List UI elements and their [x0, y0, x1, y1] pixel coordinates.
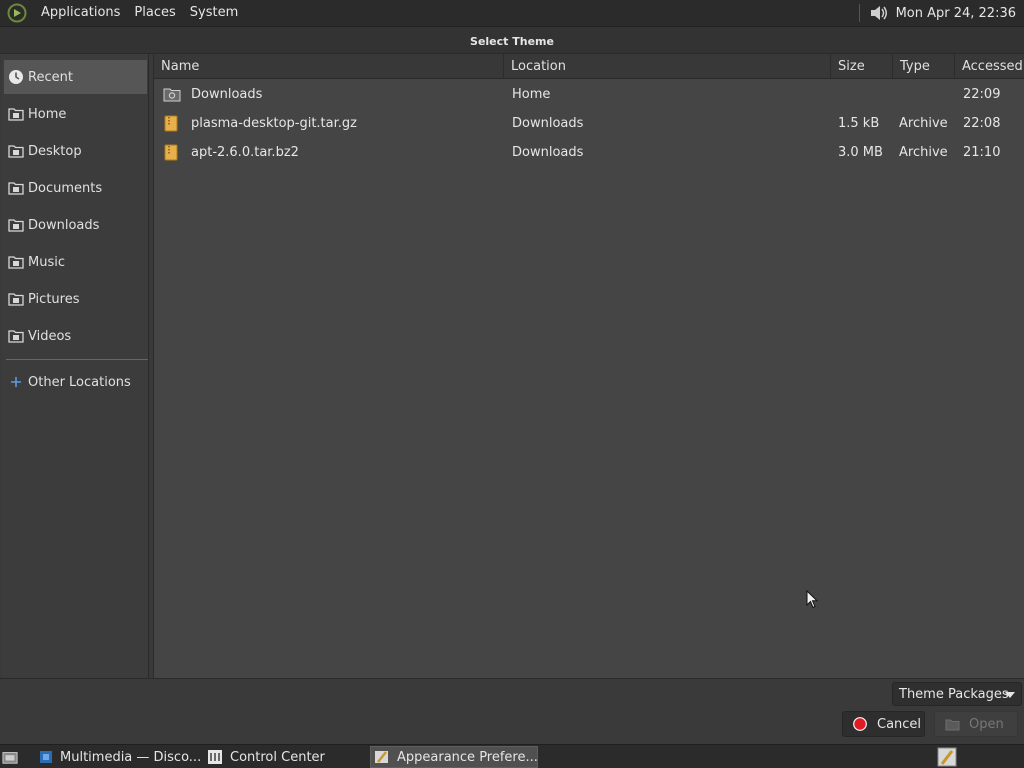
file-type: Archive	[899, 145, 948, 160]
sidebar-item-label: Other Locations	[28, 374, 131, 390]
mouse-cursor-icon	[806, 589, 819, 609]
show-desktop-button[interactable]	[2, 746, 24, 768]
table-row[interactable]: apt-2.6.0.tar.bz2 Downloads 3.0 MB Archi…	[154, 138, 1024, 167]
cancel-label: Cancel	[877, 716, 922, 732]
file-list[interactable]: Name Location Size Type Accessed Downloa…	[153, 54, 1024, 678]
file-size: 1.5 kB	[838, 116, 880, 131]
column-header-location[interactable]: Location	[504, 54, 831, 79]
file-accessed: 22:08	[963, 116, 1001, 131]
sidebar-item-downloads[interactable]: Downloads	[4, 208, 147, 242]
taskbar-item-label: Multimedia — Disco...	[60, 749, 202, 765]
file-accessed: 22:09	[963, 87, 1001, 102]
folder-icon	[7, 327, 25, 345]
panel-separator	[858, 4, 860, 22]
folder-icon	[7, 105, 25, 123]
open-label: Open	[969, 716, 1004, 732]
plus-icon	[7, 373, 25, 391]
workspace-switcher-icon[interactable]	[937, 747, 957, 767]
taskbar-item-control-center[interactable]: Control Center	[207, 746, 362, 768]
column-header-row: Name Location Size Type Accessed	[154, 54, 1024, 79]
dialog-title: Select Theme	[0, 26, 1024, 54]
taskbar-item-label: Control Center	[230, 749, 325, 765]
places-sidebar: Recent Home Desktop Documents Downloads …	[2, 54, 149, 678]
open-button[interactable]: Open	[934, 711, 1018, 737]
sidebar-item-recent[interactable]: Recent	[4, 60, 147, 94]
cancel-button[interactable]: Cancel	[842, 711, 925, 737]
column-header-name[interactable]: Name	[154, 54, 504, 79]
table-row[interactable]: plasma-desktop-git.tar.gz Downloads 1.5 …	[154, 109, 1024, 138]
folder-icon	[163, 86, 181, 103]
taskbar-item-multimedia[interactable]: Multimedia — Disco...	[39, 746, 202, 768]
bottom-taskbar: Multimedia — Disco... Control Center App…	[0, 744, 1024, 768]
file-location: Downloads	[512, 145, 584, 160]
file-size: 3.0 MB	[838, 145, 883, 160]
volume-icon[interactable]	[868, 2, 890, 24]
sidebar-item-label: Videos	[28, 328, 72, 344]
sidebar-item-label: Music	[28, 254, 65, 270]
clock[interactable]: Mon Apr 24, 22:36	[896, 6, 1024, 21]
sidebar-item-label: Recent	[28, 69, 73, 85]
folder-icon	[7, 179, 25, 197]
folder-icon	[7, 253, 25, 271]
sidebar-item-label: Desktop	[28, 143, 82, 159]
folder-icon	[7, 290, 25, 308]
sidebar-item-home[interactable]: Home	[4, 97, 147, 131]
multimedia-icon	[39, 749, 53, 765]
chevron-down-icon	[1005, 692, 1015, 698]
folder-icon	[7, 142, 25, 160]
sidebar-item-other-locations[interactable]: Other Locations	[4, 365, 147, 399]
archive-icon	[163, 115, 181, 132]
sidebar-item-music[interactable]: Music	[4, 245, 147, 279]
mate-logo-icon[interactable]	[6, 2, 28, 24]
sidebar-item-desktop[interactable]: Desktop	[4, 134, 147, 168]
column-header-accessed[interactable]: Accessed	[955, 54, 1024, 79]
taskbar-item-label: Appearance Prefere...	[397, 749, 538, 765]
control-center-icon	[207, 749, 223, 765]
appearance-icon	[374, 749, 390, 765]
sidebar-item-label: Home	[28, 106, 67, 122]
sidebar-item-documents[interactable]: Documents	[4, 171, 147, 205]
sidebar-divider	[6, 359, 148, 360]
dialog-footer: Theme Packages Cancel Open	[0, 678, 1024, 744]
file-name: Downloads	[191, 87, 263, 102]
show-desktop-icon	[2, 749, 18, 765]
sidebar-item-videos[interactable]: Videos	[4, 319, 147, 353]
column-header-size[interactable]: Size	[831, 54, 893, 79]
taskbar-item-appearance[interactable]: Appearance Prefere...	[370, 746, 538, 768]
file-accessed: 21:10	[963, 145, 1001, 160]
archive-icon	[163, 144, 181, 161]
sidebar-item-label: Pictures	[28, 291, 80, 307]
file-location: Downloads	[512, 116, 584, 131]
file-name: plasma-desktop-git.tar.gz	[191, 116, 357, 131]
folder-open-icon	[944, 716, 960, 732]
top-panel: Applications Places System Mon Apr 24, 2…	[0, 0, 1024, 26]
file-type: Archive	[899, 116, 948, 131]
recent-icon	[7, 68, 25, 86]
column-header-type[interactable]: Type	[893, 54, 955, 79]
sidebar-item-pictures[interactable]: Pictures	[4, 282, 147, 316]
sidebar-item-label: Downloads	[28, 217, 100, 233]
file-name: apt-2.6.0.tar.bz2	[191, 145, 299, 160]
folder-icon	[7, 216, 25, 234]
menu-places[interactable]: Places	[127, 0, 182, 26]
file-filter-dropdown[interactable]: Theme Packages	[892, 682, 1022, 706]
file-filter-label: Theme Packages	[899, 686, 1009, 702]
table-row[interactable]: Downloads Home 22:09	[154, 80, 1024, 109]
cancel-icon	[852, 716, 868, 732]
menu-system[interactable]: System	[183, 0, 245, 26]
file-location: Home	[512, 87, 551, 102]
menu-applications[interactable]: Applications	[34, 0, 127, 26]
sidebar-item-label: Documents	[28, 180, 103, 196]
